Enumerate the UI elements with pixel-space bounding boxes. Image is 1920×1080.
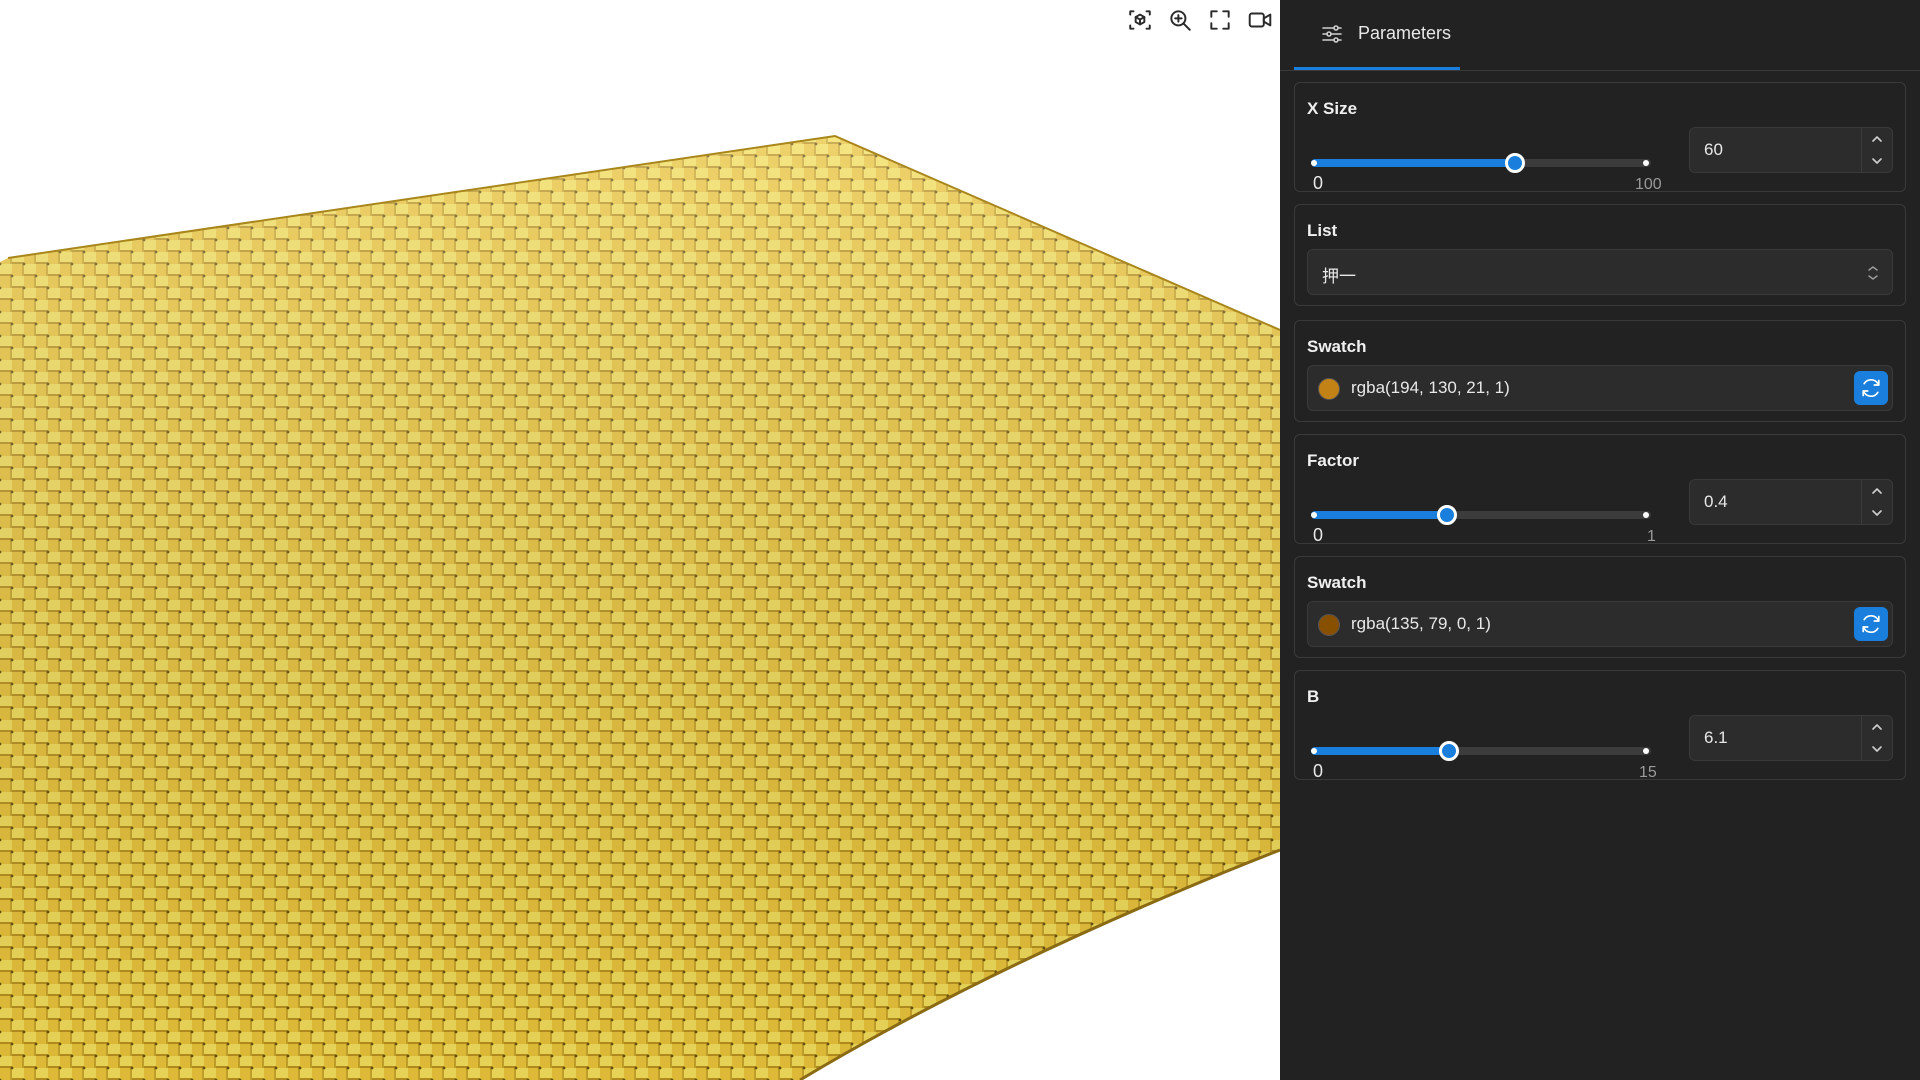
increment-button[interactable]	[1862, 480, 1892, 502]
swatch-1-refresh-button[interactable]	[1854, 371, 1888, 405]
slider-max-dot	[1643, 748, 1649, 754]
panel-tab-bar: Parameters	[1280, 0, 1920, 71]
slider-max-dot	[1643, 160, 1649, 166]
x-size-value[interactable]	[1690, 128, 1860, 172]
x-size-card: X Size 0 100	[1294, 82, 1906, 193]
decrement-button[interactable]	[1862, 502, 1892, 524]
increment-button[interactable]	[1862, 716, 1892, 738]
woven-mesh-render[interactable]	[0, 0, 1280, 1080]
factor-number-input[interactable]	[1689, 479, 1893, 525]
b-number-input[interactable]	[1689, 715, 1893, 761]
increment-button[interactable]	[1862, 128, 1892, 150]
fullscreen-icon[interactable]	[1204, 6, 1236, 34]
decrement-button[interactable]	[1862, 150, 1892, 172]
factor-card: Factor 0 1	[1294, 434, 1906, 545]
tab-parameters[interactable]: Parameters	[1294, 0, 1460, 70]
number-stepper	[1861, 716, 1892, 760]
swatch-2-value: rgba(135, 79, 0, 1)	[1351, 614, 1491, 633]
list-card: List 押一	[1294, 204, 1906, 306]
factor-label: Factor	[1307, 451, 1359, 470]
swatch-2-field[interactable]: rgba(135, 79, 0, 1)	[1307, 601, 1893, 647]
slider-fill	[1311, 511, 1447, 519]
decrement-button[interactable]	[1862, 738, 1892, 760]
slider-min-dot	[1311, 160, 1317, 166]
chevron-down-icon	[1872, 746, 1882, 752]
factor-value[interactable]	[1690, 480, 1860, 524]
factor-slider[interactable]	[1307, 495, 1659, 535]
x-size-max: 100	[1635, 176, 1662, 193]
chevron-up-down-icon	[1866, 264, 1880, 282]
color-chip[interactable]	[1318, 378, 1340, 400]
slider-min-dot	[1311, 748, 1317, 754]
parameters-panel: Parameters X Size 0 100 List 押一	[1280, 0, 1920, 1080]
x-size-slider[interactable]	[1307, 143, 1659, 183]
slider-fill	[1311, 159, 1515, 167]
number-stepper	[1861, 480, 1892, 524]
b-value[interactable]	[1690, 716, 1860, 760]
camera-focus-icon[interactable]	[1124, 6, 1156, 34]
refresh-icon	[1862, 614, 1880, 634]
slider-fill	[1311, 747, 1450, 755]
x-size-label: X Size	[1307, 99, 1358, 118]
swatch-1-label: Swatch	[1307, 337, 1367, 356]
slider-min-dot	[1311, 512, 1317, 518]
chevron-up-icon	[1872, 724, 1882, 730]
slider-thumb[interactable]	[1505, 153, 1525, 173]
video-camera-icon[interactable]	[1244, 6, 1276, 34]
viewport-toolbar	[1124, 6, 1276, 34]
slider-thumb[interactable]	[1439, 741, 1460, 761]
b-min: 0	[1313, 761, 1324, 781]
list-select[interactable]: 押一	[1307, 249, 1893, 295]
swatch-1-value: rgba(194, 130, 21, 1)	[1351, 378, 1510, 397]
refresh-icon	[1862, 378, 1880, 398]
b-label: B	[1307, 687, 1320, 706]
color-chip[interactable]	[1318, 614, 1340, 636]
factor-min: 0	[1313, 525, 1324, 545]
b-slider[interactable]	[1307, 731, 1659, 771]
swatch-card-1: Swatch rgba(194, 130, 21, 1)	[1294, 320, 1906, 422]
3d-viewport[interactable]	[0, 0, 1280, 1080]
sliders-icon	[1322, 24, 1342, 43]
number-stepper	[1861, 128, 1892, 172]
swatch-2-label: Swatch	[1307, 573, 1367, 592]
swatch-2-refresh-button[interactable]	[1854, 607, 1888, 641]
b-card: B 0 15	[1294, 670, 1906, 781]
b-max: 15	[1639, 764, 1657, 781]
factor-max: 1	[1647, 528, 1656, 545]
list-label: List	[1307, 221, 1338, 240]
slider-max-dot	[1643, 512, 1649, 518]
slider-thumb[interactable]	[1437, 505, 1457, 525]
tab-label: Parameters	[1358, 23, 1452, 43]
x-size-min: 0	[1313, 173, 1324, 193]
chevron-down-icon	[1872, 158, 1882, 164]
chevron-up-icon	[1872, 136, 1882, 142]
swatch-card-2: Swatch rgba(135, 79, 0, 1)	[1294, 556, 1906, 658]
chevron-down-icon	[1872, 510, 1882, 516]
list-selected-value: 押一	[1322, 267, 1356, 286]
zoom-in-icon[interactable]	[1164, 6, 1196, 34]
swatch-1-field[interactable]: rgba(194, 130, 21, 1)	[1307, 365, 1893, 411]
x-size-number-input[interactable]	[1689, 127, 1893, 173]
chevron-up-icon	[1872, 488, 1882, 494]
